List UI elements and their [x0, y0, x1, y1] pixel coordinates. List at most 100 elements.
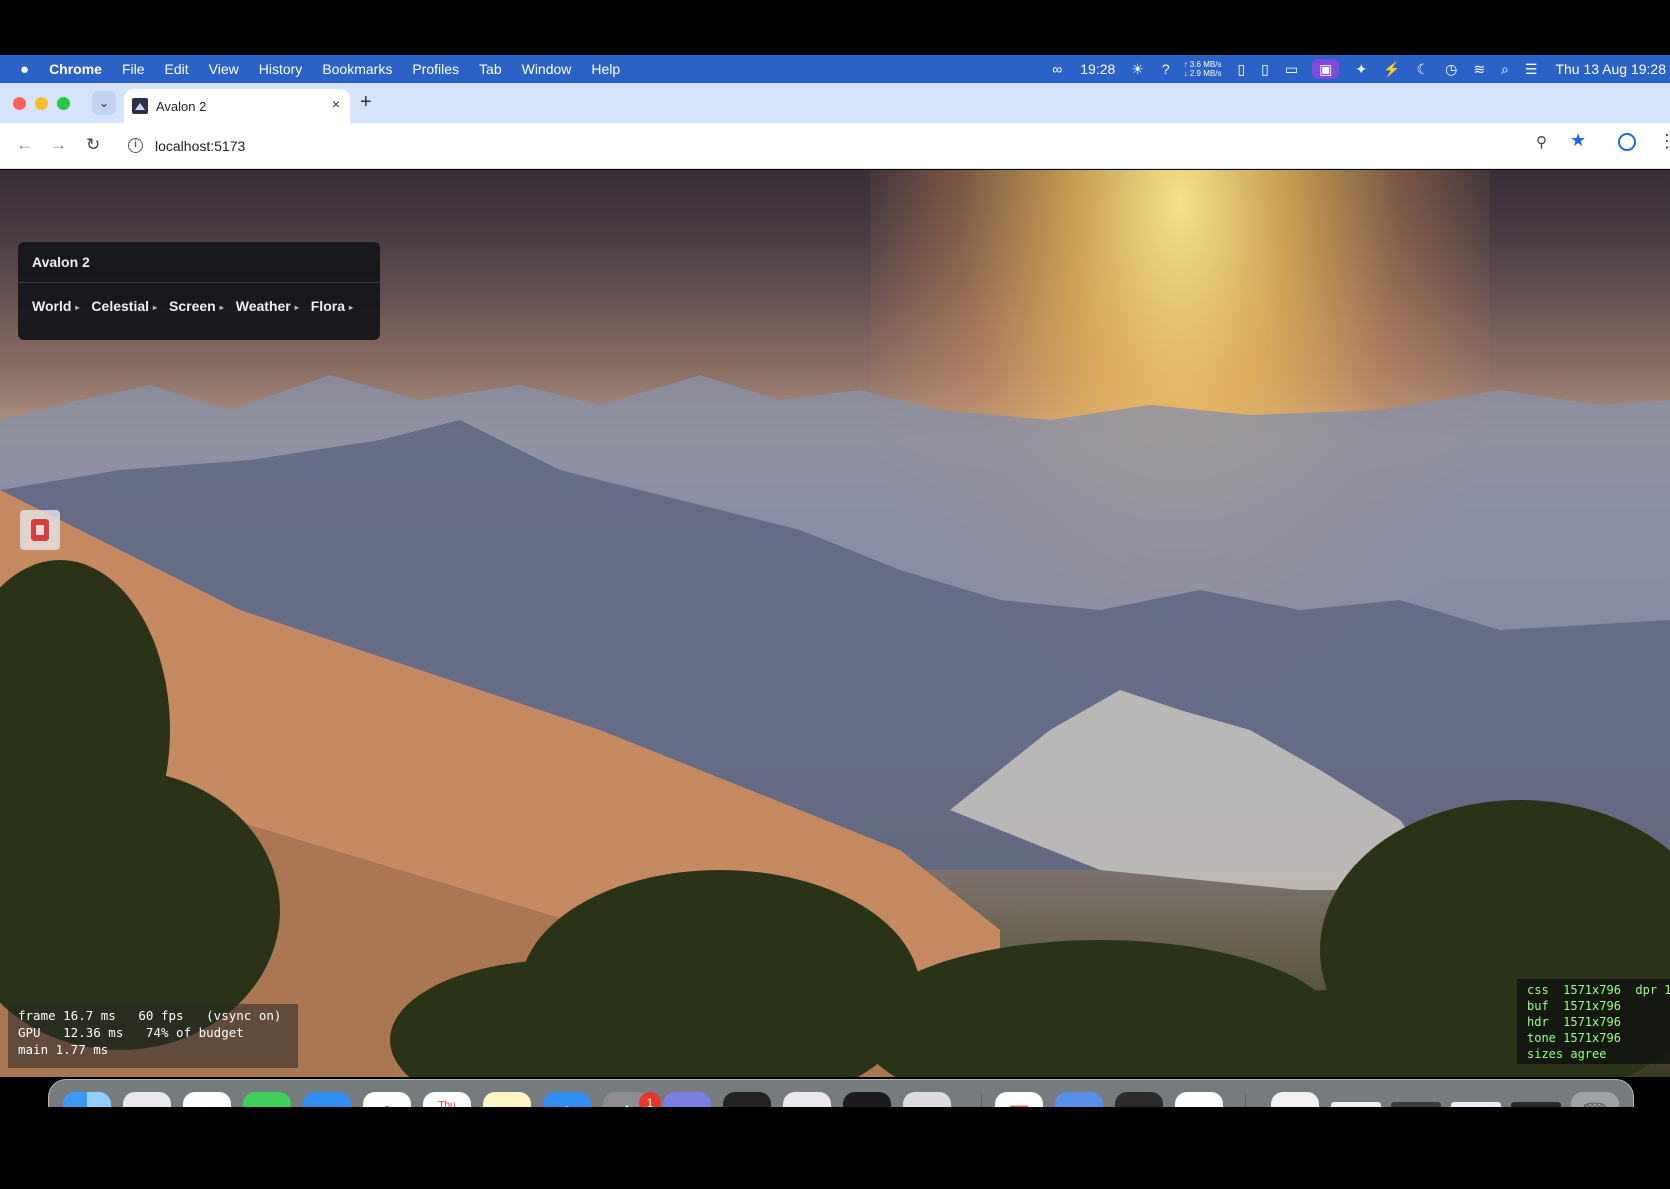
menu-bar: ● Chrome File Edit View History Bookmark… — [0, 55, 1670, 83]
perf-line-main: main 1.77 ms — [18, 1042, 109, 1057]
panel-menu-flora[interactable]: Flora ▸ — [311, 298, 353, 314]
battery-icon[interactable]: ▯ — [1237, 61, 1245, 78]
trash-icon[interactable]: 🗑 — [1571, 1092, 1619, 1107]
tab-favicon-icon — [132, 98, 148, 114]
window-maximize-button[interactable] — [57, 97, 70, 110]
browser-toolbar: ← → ↻ i localhost:5173 ⚲ ★ ⋮ — [0, 123, 1670, 169]
more-menu-icon[interactable]: ⋮ — [1658, 131, 1670, 152]
finder-icon[interactable]: ☺ — [63, 1092, 111, 1107]
database-icon[interactable]: ◍ — [1055, 1092, 1103, 1107]
screen-share-icon[interactable]: ▣ — [1312, 59, 1340, 79]
search-icon[interactable]: ⌕ — [1501, 61, 1509, 78]
apple-icon[interactable]: ● — [20, 61, 29, 78]
menu-file[interactable]: File — [122, 61, 145, 77]
screenshot-icon[interactable]: ◉ — [903, 1092, 951, 1107]
back-button[interactable]: ← — [16, 135, 33, 155]
tab-search-chevron-icon[interactable]: ⌄ — [92, 91, 116, 115]
net-up: ↑ 3.6 MB/s — [1183, 60, 1222, 69]
forward-button[interactable]: → — [50, 135, 67, 155]
downloads-folder-icon[interactable]: ▤ — [1271, 1092, 1319, 1107]
window-icon[interactable]: ▭ — [1285, 61, 1298, 78]
net-down: ↓ 2.9 MB/s — [1183, 69, 1222, 78]
dock-separator — [1245, 1094, 1246, 1107]
panel-menu-world[interactable]: World ▸ — [32, 298, 79, 314]
status-area: ∞ 19:28 ☀ ? ↑ 3.6 MB/s ↓ 2.9 MB/s ▯ ▯ ▭ … — [1036, 55, 1666, 83]
panel-menu-celestial[interactable]: Celestial ▸ — [91, 298, 157, 314]
terminal-icon[interactable]: >_ — [843, 1092, 891, 1107]
menu-tab[interactable]: Tab — [479, 61, 502, 77]
profile-avatar-icon[interactable] — [1618, 133, 1636, 151]
menu-history[interactable]: History — [259, 61, 303, 77]
help-icon[interactable]: ? — [1162, 61, 1170, 77]
dock-separator — [981, 1094, 982, 1107]
panel-menu-label: World — [32, 298, 72, 314]
caret-right-icon: ▸ — [348, 303, 353, 312]
simulator-icon[interactable]: ▮ — [663, 1092, 711, 1107]
tab-strip: ⌄ Avalon 2 × + — [0, 83, 1670, 123]
photos-icon[interactable]: ✿ — [363, 1092, 411, 1107]
menu-window[interactable]: Window — [522, 61, 572, 77]
tools-icon[interactable]: ✦ — [1355, 61, 1367, 78]
gui-panel: Avalon 2 World ▸ Celestial ▸ Screen ▸ Weath… — [18, 242, 380, 340]
panel-title: Avalon 2 — [32, 254, 90, 270]
chrome-icon[interactable]: ◕ — [1175, 1092, 1223, 1107]
network-speed[interactable]: ↑ 3.6 MB/s ↓ 2.9 MB/s — [1184, 60, 1222, 78]
bookmark-star-icon[interactable]: ★ — [1570, 130, 1586, 151]
extension-button[interactable] — [20, 510, 60, 550]
weather-icon[interactable]: ☀ — [1131, 61, 1144, 78]
reload-button[interactable]: ↻ — [86, 135, 100, 155]
tab-close-icon[interactable]: × — [332, 96, 340, 112]
perf-line-gpu: GPU 12.36 ms 74% of budget — [18, 1025, 244, 1040]
wifi-icon[interactable]: ≋ — [1473, 61, 1485, 78]
address-bar[interactable]: i localhost:5173 — [120, 130, 1560, 162]
panel-menu: World ▸ Celestial ▸ Screen ▸ Weather ▸ Flora… — [32, 298, 365, 314]
blender-icon[interactable]: ◎ — [1115, 1092, 1163, 1107]
panel-menu-screen[interactable]: Screen ▸ — [169, 298, 224, 314]
perf-line-frame: frame 16.7 ms 60 fps (vsync on) — [18, 1008, 282, 1023]
menu-view[interactable]: View — [209, 61, 239, 77]
messages-icon[interactable]: ● — [243, 1092, 291, 1107]
textedit-icon[interactable]: ☰ — [995, 1092, 1043, 1107]
panel-menu-weather[interactable]: Weather ▸ — [236, 298, 299, 314]
dock: ☺ ▦ ✧ ● ✉ ✿ Thu13 ≡ A ⚙ 1 ▮ ◔ ◆ >_ ◉ ☰ ◍… — [48, 1079, 1634, 1107]
menu-edit[interactable]: Edit — [165, 61, 189, 77]
window-minimize-button[interactable] — [35, 97, 48, 110]
menu-app-name[interactable]: Chrome — [49, 61, 102, 77]
notes-icon[interactable]: ≡ — [483, 1092, 531, 1107]
menu-help[interactable]: Help — [591, 61, 620, 77]
res-tone: tone 1571x796 — [1527, 1031, 1621, 1045]
calendar-icon[interactable]: Thu13 — [423, 1092, 471, 1107]
terminal-prompt: >_ — [857, 1106, 876, 1107]
status-datetime[interactable]: Thu 13 Aug 19:28 — [1555, 61, 1666, 77]
control-center-icon[interactable]: ☰ — [1525, 61, 1538, 78]
screen: ● Chrome File Edit View History Bookmark… — [0, 55, 1670, 1107]
url-text[interactable]: localhost:5173 — [155, 138, 245, 154]
minimized-window-thumbnail[interactable] — [1391, 1102, 1441, 1107]
zoom-icon[interactable]: ⚲ — [1536, 133, 1547, 151]
panel-menu-label: Weather — [235, 298, 291, 314]
window-close-button[interactable] — [13, 97, 26, 110]
parallels-icon[interactable]: ◆ — [783, 1092, 831, 1107]
minimized-window-thumbnail[interactable] — [1451, 1102, 1501, 1107]
menu-bookmarks[interactable]: Bookmarks — [322, 61, 392, 77]
status-clock[interactable]: 19:28 — [1080, 61, 1115, 77]
new-tab-button[interactable]: + — [360, 91, 372, 114]
minimized-window-thumbnail[interactable] — [1331, 1102, 1381, 1107]
time-machine-icon[interactable]: ◷ — [1445, 61, 1457, 78]
launchpad-icon[interactable]: ▦ — [123, 1092, 171, 1107]
app-store-icon[interactable]: A — [543, 1092, 591, 1107]
res-agree: sizes agree — [1527, 1047, 1607, 1061]
power-icon[interactable]: ⚡ — [1383, 61, 1400, 78]
mail-icon[interactable]: ✉ — [303, 1092, 351, 1107]
menu-profiles[interactable]: Profiles — [412, 61, 459, 77]
safari-icon[interactable]: ✧ — [183, 1092, 231, 1107]
moon-icon[interactable]: ☾ — [1417, 61, 1430, 78]
tab-avalon[interactable]: Avalon 2 × — [124, 89, 350, 123]
tab-title: Avalon 2 — [156, 99, 207, 114]
link-icon[interactable]: ∞ — [1052, 61, 1062, 77]
battery-icon-2[interactable]: ▯ — [1261, 61, 1269, 78]
site-info-icon[interactable]: i — [128, 138, 143, 153]
minimized-window-thumbnail[interactable] — [1511, 1102, 1561, 1107]
settings-badge: 1 — [639, 1092, 661, 1107]
activity-monitor-icon[interactable]: ◔ — [723, 1092, 771, 1107]
